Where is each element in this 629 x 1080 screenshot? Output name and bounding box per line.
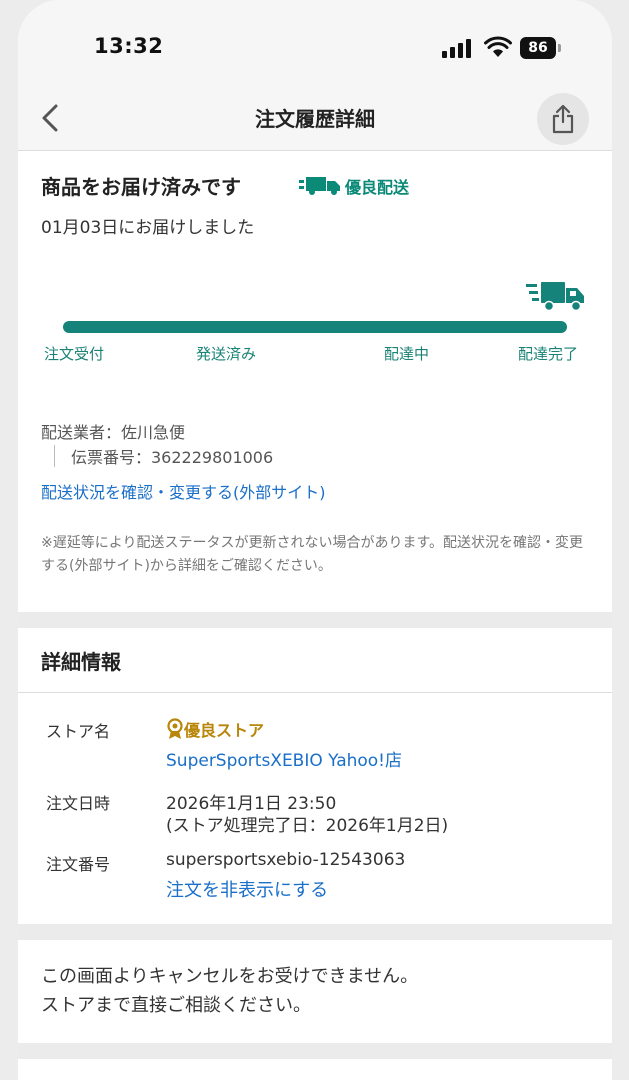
store-name-link[interactable]: SuperSportsXEBIO Yahoo!店 — [166, 746, 402, 771]
order-date-label: 注文日時 — [46, 794, 111, 813]
share-button[interactable] — [537, 93, 589, 145]
step-delivered: 配達完了 — [518, 345, 579, 363]
delivery-badge-label: 優良配送 — [345, 178, 410, 197]
step-in-transit: 配達中 — [384, 345, 430, 363]
section-divider — [18, 924, 612, 940]
wifi-icon — [484, 36, 512, 57]
details-title: 詳細情報 — [41, 650, 121, 674]
order-date-sub: (ストア処理完了日：2026年1月2日) — [166, 816, 449, 836]
step-order-received: 注文受付 — [44, 345, 105, 363]
truck-badge-icon — [299, 177, 340, 195]
hide-order-link[interactable]: 注文を非表示にする — [166, 876, 328, 902]
share-icon — [552, 104, 574, 134]
nav-bar: 注文履歴詳細 — [18, 90, 612, 151]
delivery-heading: 商品をお届け済みです — [41, 175, 241, 199]
cancel-notice-line2: ストアまで直接ご相談ください。 — [41, 995, 311, 1016]
store-label: ストア名 — [46, 722, 111, 741]
step-shipped: 発送済み — [196, 345, 257, 363]
cancel-notice-line1: この画面よりキャンセルをお受けできません。 — [41, 966, 419, 987]
status-time: 13:32 — [94, 34, 164, 58]
section-divider — [18, 612, 612, 628]
tracking-number: 伝票番号：362229801006 — [71, 448, 274, 467]
section-divider — [18, 1043, 612, 1059]
delivery-truck-icon — [526, 282, 584, 312]
good-store-badge: 優良ストア — [184, 721, 265, 740]
page-title: 注文履歴詳細 — [255, 107, 375, 131]
order-number-value: supersportsxebio-12543063 — [166, 850, 406, 870]
battery-icon: 86 — [520, 37, 556, 59]
delivery-note: ※遅延等により配送ステータスが更新されない場合があります。配送状況を確認・変更す… — [41, 535, 584, 574]
tracking-indent-line — [54, 445, 55, 467]
medal-icon — [167, 718, 183, 739]
signal-icon — [442, 39, 471, 58]
app-screen: 13:32 86 注文履歴詳細 商品をお届け済みです 優良配送 01月03日にお… — [18, 0, 612, 1080]
delivery-status-section: 商品をお届け済みです 優良配送 01月03日にお届けしました 注文受付 発送済み… — [18, 151, 612, 612]
tracking-status-link[interactable]: 配送状況を確認・変更する(外部サイト) — [41, 479, 326, 503]
carrier-text: 配送業者：佐川急便 — [41, 423, 186, 442]
order-number-label: 注文番号 — [46, 855, 111, 874]
delivery-progress-bar — [63, 321, 567, 333]
battery-tip — [558, 44, 561, 52]
cancel-notice: この画面よりキャンセルをお受けできません。 ストアまで直接ご相談ください。 — [41, 962, 418, 1020]
delivery-date: 01月03日にお届けしました — [41, 218, 255, 238]
status-bar: 13:32 86 — [18, 0, 612, 90]
details-title-rule — [18, 692, 612, 693]
